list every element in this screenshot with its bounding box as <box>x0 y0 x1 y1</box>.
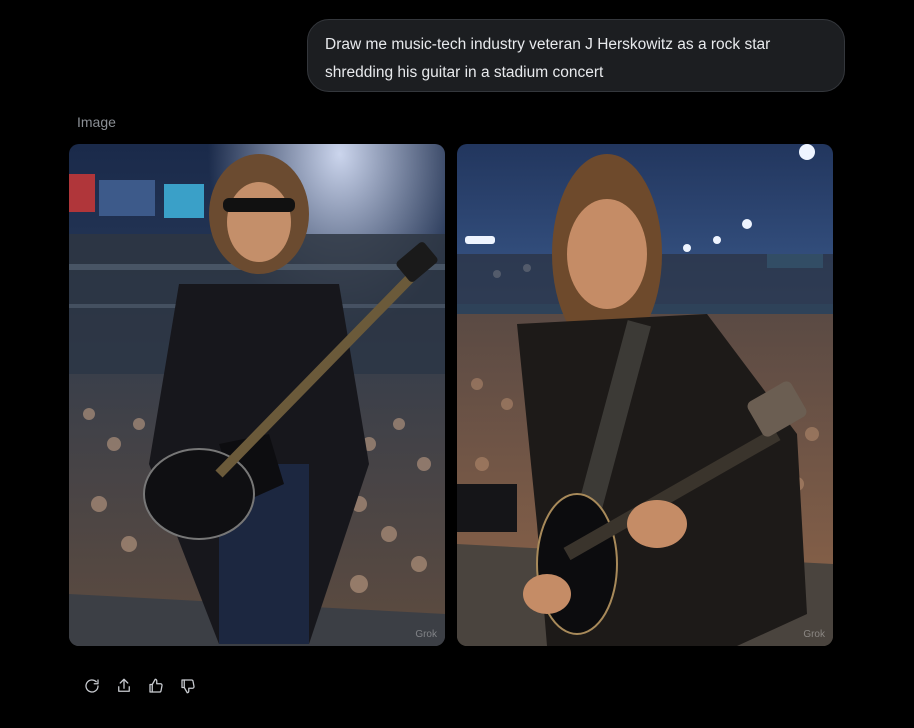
user-prompt-text: Draw me music-tech industry veteran J He… <box>325 36 771 81</box>
regenerate-button[interactable] <box>80 672 104 700</box>
result-section-label: Image <box>77 114 116 130</box>
image-1-watermark: Grok <box>415 629 437 640</box>
generated-image-1-art <box>69 144 445 646</box>
share-icon <box>118 678 130 692</box>
generated-image-2[interactable]: Grok <box>457 144 833 646</box>
image-2-watermark: Grok <box>803 629 825 640</box>
thumbs-up-button[interactable] <box>144 672 168 700</box>
thumbs-down-button[interactable] <box>176 672 200 700</box>
generated-image-2-art <box>457 144 833 646</box>
thumbs-down-icon <box>181 679 195 694</box>
message-actions <box>80 672 200 700</box>
chat-page: Draw me music-tech industry veteran J He… <box>0 0 914 728</box>
share-button[interactable] <box>112 672 136 700</box>
generated-image-1[interactable]: Grok <box>69 144 445 646</box>
thumbs-up-icon <box>149 678 163 693</box>
regenerate-icon <box>85 679 99 693</box>
user-prompt-bubble: Draw me music-tech industry veteran J He… <box>307 19 845 92</box>
